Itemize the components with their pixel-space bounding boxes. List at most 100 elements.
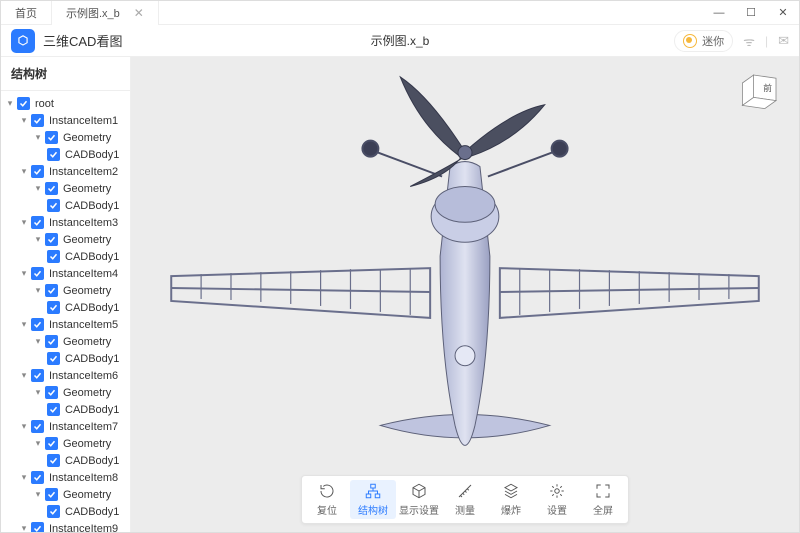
tree-body[interactable]: CADBody1 bbox=[1, 146, 130, 163]
tree-instance[interactable]: ▾InstanceItem2 bbox=[1, 163, 130, 180]
chevron-down-icon[interactable]: ▾ bbox=[19, 422, 29, 432]
checkbox-icon[interactable] bbox=[47, 352, 60, 365]
gear-icon bbox=[548, 482, 566, 500]
tool-explode[interactable]: 爆炸 bbox=[488, 480, 534, 519]
chevron-down-icon[interactable]: ▾ bbox=[33, 337, 43, 347]
checkbox-icon[interactable] bbox=[31, 216, 44, 229]
checkbox-icon[interactable] bbox=[31, 114, 44, 127]
checkbox-icon[interactable] bbox=[45, 437, 58, 450]
tree-geometry[interactable]: ▾Geometry bbox=[1, 180, 130, 197]
tree-instance[interactable]: ▾InstanceItem1 bbox=[1, 112, 130, 129]
chevron-down-icon[interactable]: ▾ bbox=[19, 218, 29, 228]
tree-geometry[interactable]: ▾Geometry bbox=[1, 129, 130, 146]
tree-geometry[interactable]: ▾Geometry bbox=[1, 231, 130, 248]
viewport[interactable]: 前 复位 结构树 显示设置 测量 爆炸 bbox=[131, 57, 799, 532]
chevron-down-icon[interactable]: ▾ bbox=[33, 388, 43, 398]
mail-icon[interactable]: ✉ bbox=[778, 33, 789, 49]
chevron-down-icon[interactable]: ▾ bbox=[33, 184, 43, 194]
tree-body[interactable]: CADBody1 bbox=[1, 299, 130, 316]
tree-body[interactable]: CADBody1 bbox=[1, 452, 130, 469]
tree-geometry[interactable]: ▾ Geometry bbox=[1, 486, 130, 503]
chevron-down-icon[interactable]: ▾ bbox=[19, 116, 29, 126]
tree-body-label: CADBody1 bbox=[65, 302, 119, 314]
chevron-down-icon[interactable]: ▾ bbox=[5, 99, 15, 109]
checkbox-icon[interactable] bbox=[47, 454, 60, 467]
chevron-down-icon[interactable]: ▾ bbox=[33, 235, 43, 245]
checkbox-icon[interactable] bbox=[31, 522, 44, 532]
tree-instance-label: InstanceItem5 bbox=[49, 319, 118, 331]
checkbox-icon[interactable] bbox=[45, 386, 58, 399]
chevron-down-icon[interactable]: ▾ bbox=[33, 286, 43, 296]
chevron-down-icon[interactable]: ▾ bbox=[19, 473, 29, 483]
tool-fullscreen-label: 全屏 bbox=[593, 502, 613, 517]
chevron-down-icon[interactable]: ▾ bbox=[19, 371, 29, 381]
tree-body[interactable]: CADBody1 bbox=[1, 248, 130, 265]
chevron-down-icon[interactable]: ▾ bbox=[19, 269, 29, 279]
minimize-button[interactable]: — bbox=[703, 1, 735, 25]
tree-geometry-label: Geometry bbox=[63, 336, 111, 348]
tree-instance[interactable]: ▾InstanceItem7 bbox=[1, 418, 130, 435]
checkbox-icon[interactable] bbox=[47, 505, 60, 518]
app-icon bbox=[11, 29, 35, 53]
tab-home[interactable]: 首页 bbox=[1, 1, 52, 25]
checkbox-icon[interactable] bbox=[31, 267, 44, 280]
checkbox-icon[interactable] bbox=[17, 97, 30, 110]
tree-instance[interactable]: ▾InstanceItem9 bbox=[1, 520, 130, 532]
checkbox-icon[interactable] bbox=[45, 182, 58, 195]
tree-body[interactable]: CADBody1 bbox=[1, 197, 130, 214]
tree-geometry[interactable]: ▾Geometry bbox=[1, 384, 130, 401]
checkbox-icon[interactable] bbox=[47, 148, 60, 161]
tool-tree[interactable]: 结构树 bbox=[350, 480, 396, 519]
checkbox-icon[interactable] bbox=[31, 318, 44, 331]
chevron-down-icon[interactable]: ▾ bbox=[19, 320, 29, 330]
tree-instance[interactable]: ▾InstanceItem3 bbox=[1, 214, 130, 231]
tool-fullscreen[interactable]: 全屏 bbox=[580, 480, 626, 519]
close-window-button[interactable]: ✕ bbox=[767, 1, 799, 25]
tool-settings[interactable]: 设置 bbox=[534, 480, 580, 519]
checkbox-icon[interactable] bbox=[31, 471, 44, 484]
checkbox-icon[interactable] bbox=[45, 284, 58, 297]
tree-body[interactable]: CADBody1 bbox=[1, 401, 130, 418]
close-icon[interactable]: ✕ bbox=[134, 6, 144, 20]
mode-pill-label: 迷你 bbox=[702, 33, 724, 49]
tree-geometry-label: Geometry bbox=[63, 489, 111, 501]
checkbox-icon[interactable] bbox=[47, 199, 60, 212]
chevron-down-icon[interactable]: ▾ bbox=[33, 133, 43, 143]
chevron-down-icon[interactable]: ▾ bbox=[33, 490, 43, 500]
tab-file[interactable]: 示例图.x_b ✕ bbox=[52, 1, 159, 25]
mode-pill[interactable]: 迷你 bbox=[674, 30, 733, 52]
checkbox-icon[interactable] bbox=[45, 335, 58, 348]
tool-display[interactable]: 显示设置 bbox=[396, 480, 442, 519]
tree-instance[interactable]: ▾ InstanceItem5 bbox=[1, 316, 130, 333]
nav-cube-front: 前 bbox=[763, 82, 772, 93]
checkbox-icon[interactable] bbox=[31, 165, 44, 178]
tree-geometry[interactable]: ▾ Geometry bbox=[1, 333, 130, 350]
checkbox-icon[interactable] bbox=[47, 250, 60, 263]
chevron-down-icon[interactable]: ▾ bbox=[33, 439, 43, 449]
app-title: 三维CAD看图 bbox=[43, 31, 122, 50]
wifi-icon[interactable]: ᯤ bbox=[743, 32, 755, 50]
maximize-button[interactable]: ☐ bbox=[735, 1, 767, 25]
checkbox-icon[interactable] bbox=[47, 301, 60, 314]
tree-geometry[interactable]: ▾Geometry bbox=[1, 282, 130, 299]
tool-tree-label: 结构树 bbox=[358, 502, 388, 517]
tree-geometry[interactable]: ▾Geometry bbox=[1, 435, 130, 452]
nav-cube[interactable]: 前 bbox=[736, 67, 784, 115]
tool-measure[interactable]: 测量 bbox=[442, 480, 488, 519]
tree-root[interactable]: ▾root bbox=[1, 95, 130, 112]
checkbox-icon[interactable] bbox=[31, 369, 44, 382]
tree-instance[interactable]: ▾InstanceItem6 bbox=[1, 367, 130, 384]
tree-body[interactable]: CADBody1 bbox=[1, 350, 130, 367]
chevron-down-icon[interactable]: ▾ bbox=[19, 524, 29, 533]
tree-instance[interactable]: ▾InstanceItem4 bbox=[1, 265, 130, 282]
checkbox-icon[interactable] bbox=[47, 403, 60, 416]
tree-instance[interactable]: ▾InstanceItem8 bbox=[1, 469, 130, 486]
checkbox-icon[interactable] bbox=[45, 131, 58, 144]
checkbox-icon[interactable] bbox=[31, 420, 44, 433]
chevron-down-icon[interactable]: ▾ bbox=[19, 167, 29, 177]
checkbox-icon[interactable] bbox=[45, 488, 58, 501]
tool-reset[interactable]: 复位 bbox=[304, 480, 350, 519]
tree-header: 结构树 bbox=[1, 57, 130, 91]
checkbox-icon[interactable] bbox=[45, 233, 58, 246]
tree-body[interactable]: CADBody1 bbox=[1, 503, 130, 520]
